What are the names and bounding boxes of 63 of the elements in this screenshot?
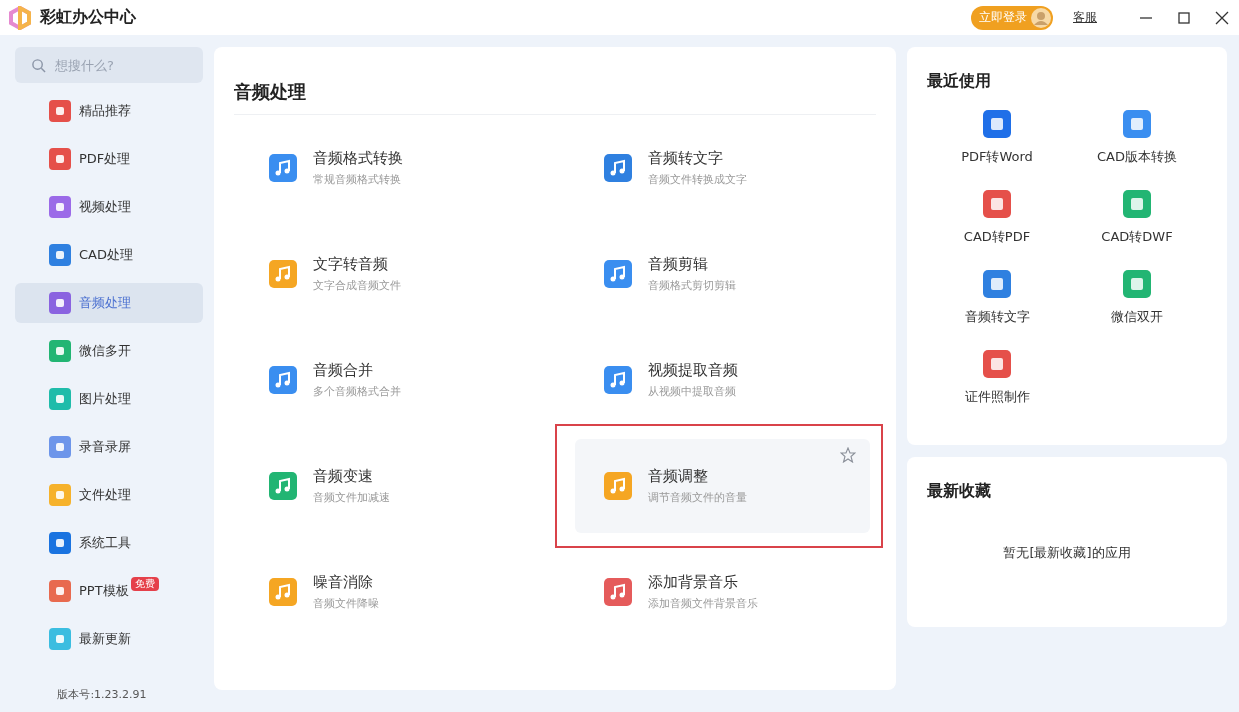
tool-item[interactable]: 音频变速 音频文件加减速: [240, 439, 535, 533]
version-label: 版本号:1.23.2.91: [56, 687, 148, 702]
recent-app[interactable]: PDF转Word: [927, 106, 1067, 186]
sidebar-item[interactable]: CAD处理: [15, 235, 203, 275]
window-title: 彩虹办公中心: [40, 7, 136, 28]
tool-item[interactable]: 视频提取音频 从视频中提取音频: [575, 333, 870, 427]
sidebar-item[interactable]: 音频处理: [15, 283, 203, 323]
tool-item[interactable]: 文字转音频 文字合成音频文件: [240, 227, 535, 321]
recent-app[interactable]: CAD版本转换: [1067, 106, 1207, 186]
sidebar-item[interactable]: 最新更新: [15, 619, 203, 659]
panel-title: 最近使用: [927, 71, 992, 92]
tool-item[interactable]: 音频剪辑 音频格式剪切剪辑: [575, 227, 870, 321]
empty-message: 暂无[最新收藏]的应用: [1002, 544, 1132, 562]
tool-description: 多个音频格式合并: [313, 384, 401, 399]
close-icon[interactable]: [1215, 10, 1229, 25]
tool-item[interactable]: 音频合并 多个音频格式合并: [240, 333, 535, 427]
tool-name: 添加背景音乐: [648, 573, 739, 592]
tool-description: 添加音频文件背景音乐: [648, 596, 758, 611]
tool-name: 文字转音频: [313, 255, 389, 274]
sidebar-item[interactable]: 微信多开: [15, 331, 203, 371]
sidebar-item[interactable]: 系统工具: [15, 523, 203, 563]
tool-name: 音频变速: [313, 467, 374, 486]
tool-item[interactable]: 音频格式转换 常规音频格式转换: [240, 121, 535, 215]
recent-app[interactable]: CAD转PDF: [927, 186, 1067, 266]
recent-app[interactable]: CAD转DWF: [1067, 186, 1207, 266]
tool-name: 音频剪辑: [648, 255, 709, 274]
avatar-icon: [1031, 7, 1051, 28]
support-link[interactable]: 客服: [1073, 9, 1097, 26]
tool-description: 音频文件降噪: [313, 596, 379, 611]
tool-name: 音频转文字: [648, 149, 724, 168]
recent-app[interactable]: 微信双开: [1067, 266, 1207, 346]
sidebar-item[interactable]: PDF处理: [15, 139, 203, 179]
search-field[interactable]: 想搜什么?: [15, 47, 203, 83]
tool-name: 视频提取音频: [648, 361, 738, 380]
tool-name: 音频调整: [648, 467, 709, 486]
recent-app[interactable]: 证件照制作: [927, 346, 1067, 426]
tool-item[interactable]: 噪音消除 音频文件降噪: [240, 545, 535, 639]
sidebar-item[interactable]: 文件处理: [15, 475, 203, 515]
tool-item[interactable]: 添加背景音乐 添加音频文件背景音乐: [575, 545, 870, 639]
tool-description: 调节音频文件的音量: [648, 490, 747, 505]
tool-card[interactable]: 音频调整 调节音频文件的音量: [575, 439, 870, 533]
tool-description: 常规音频格式转换: [313, 172, 402, 187]
tool-name: 音频格式转换: [313, 149, 403, 168]
tool-name: 音频合并: [313, 361, 374, 380]
tool-description: 音频文件转换成文字: [648, 172, 747, 187]
tool-name: 噪音消除: [313, 573, 374, 592]
star-icon[interactable]: [840, 447, 856, 463]
tool-description: 文字合成音频文件: [313, 278, 401, 293]
tool-description: 从视频中提取音频: [648, 384, 737, 399]
tool-description: 音频格式剪切剪辑: [648, 278, 736, 293]
free-badge: 免费: [130, 577, 159, 591]
sidebar-item[interactable]: PPT模板 免费: [15, 571, 203, 611]
panel-title: 最新收藏: [927, 481, 992, 502]
sidebar-item[interactable]: 图片处理: [15, 379, 203, 419]
recent-app[interactable]: 音频转文字: [927, 266, 1067, 346]
maximize-icon[interactable]: [1177, 10, 1191, 25]
tool-item[interactable]: 音频转文字 音频文件转换成文字: [575, 121, 870, 215]
section-title: 音频处理: [234, 47, 876, 115]
logo-icon: [8, 5, 32, 30]
sidebar-item[interactable]: 精品推荐: [15, 91, 203, 131]
sidebar-item[interactable]: 录音录屏: [15, 427, 203, 467]
tool-description: 音频文件加减速: [313, 490, 390, 505]
sidebar-item[interactable]: 视频处理: [15, 187, 203, 227]
